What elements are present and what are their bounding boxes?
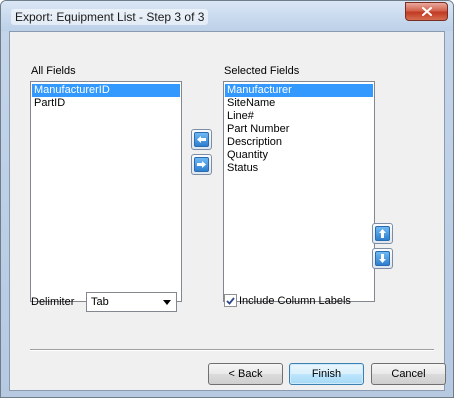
list-item[interactable]: Part Number — [225, 123, 373, 136]
arrow-left-icon — [197, 136, 206, 143]
checkmark-icon — [226, 296, 235, 305]
include-labels-label[interactable]: Include Column Labels — [239, 295, 351, 307]
footer-divider — [30, 349, 434, 351]
arrow-up-icon — [379, 229, 386, 238]
title-bar[interactable]: Export: Equipment List - Step 3 of 3 — [1, 1, 453, 31]
dialog-window: Export: Equipment List - Step 3 of 3 All… — [0, 0, 454, 398]
delimiter-label: Delimiter — [31, 296, 75, 308]
list-item[interactable]: Line# — [225, 110, 373, 123]
selected-fields-list[interactable]: Manufacturer SiteName Line# Part Number Desc… — [223, 81, 375, 302]
delimiter-value: Tab — [91, 296, 109, 308]
move-up-button[interactable] — [372, 223, 393, 244]
move-left-button[interactable] — [191, 129, 212, 150]
list-item[interactable]: PartID — [32, 97, 180, 110]
move-right-button[interactable] — [191, 154, 212, 175]
all-fields-list[interactable]: ManufacturerID PartID — [30, 81, 182, 302]
cancel-button[interactable]: Cancel — [371, 363, 446, 385]
back-button[interactable]: < Back — [208, 363, 283, 385]
close-button[interactable] — [405, 2, 448, 21]
selected-fields-label: Selected Fields — [224, 65, 300, 77]
arrow-down-icon — [379, 254, 386, 263]
list-item[interactable]: ManufacturerID — [32, 84, 180, 97]
move-down-button[interactable] — [372, 248, 393, 269]
list-item[interactable]: SiteName — [225, 97, 373, 110]
dialog-body: All Fields ManufacturerID PartID Selected… — [9, 31, 446, 391]
window-title: Export: Equipment List - Step 3 of 3 — [11, 9, 209, 25]
close-icon — [421, 7, 432, 16]
list-item[interactable]: Quantity — [225, 149, 373, 162]
arrow-right-icon — [197, 161, 206, 168]
delimiter-select[interactable]: Tab — [86, 292, 177, 312]
list-item[interactable]: Manufacturer — [225, 84, 373, 97]
list-item[interactable]: Description — [225, 136, 373, 149]
chevron-down-icon — [163, 300, 171, 305]
include-labels-checkbox[interactable] — [224, 294, 237, 307]
list-item[interactable]: Status — [225, 162, 373, 175]
all-fields-label: All Fields — [31, 65, 76, 77]
finish-button[interactable]: Finish — [289, 363, 364, 385]
